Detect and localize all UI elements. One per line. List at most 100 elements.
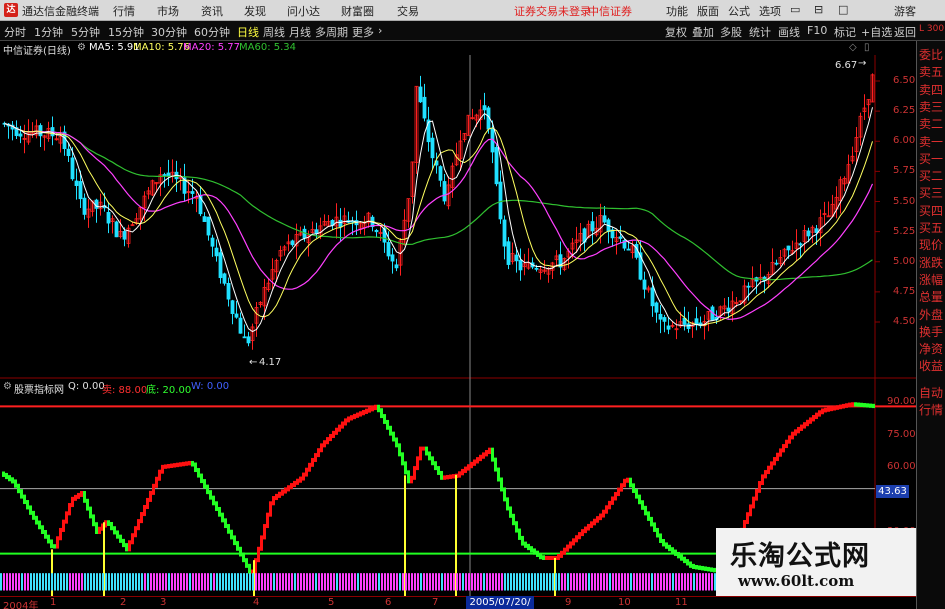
strip-bar: [147, 573, 149, 591]
strip-bar: [267, 573, 269, 591]
maximize-icon[interactable]: □: [838, 3, 848, 16]
strip-bar: [357, 573, 359, 591]
panel-tab[interactable]: 自动: [919, 385, 945, 401]
guest-label[interactable]: 游客: [894, 3, 916, 19]
menu-news[interactable]: 资讯: [201, 3, 223, 19]
strip-bar: [408, 573, 410, 591]
tool-f10[interactable]: F10: [807, 24, 827, 37]
period-tab[interactable]: 1分钟: [34, 24, 63, 40]
menu-market[interactable]: 市场: [157, 3, 179, 19]
quote-field-label[interactable]: 收益: [919, 358, 945, 374]
strip-bar: [543, 573, 545, 591]
strip-bar: [513, 573, 515, 591]
tool-back[interactable]: 返回: [894, 24, 916, 40]
period-tab-active[interactable]: 日线: [237, 24, 259, 40]
settings-icon[interactable]: ⚙: [77, 42, 86, 53]
quote-field-label[interactable]: 买三: [919, 185, 945, 201]
tool-add-watchlist[interactable]: +自选: [861, 24, 892, 40]
quote-field-label[interactable]: 涨跌: [919, 255, 945, 271]
strip-bar: [384, 573, 386, 591]
quote-field-label[interactable]: 卖三: [919, 99, 945, 115]
period-more[interactable]: 更多: [352, 24, 374, 40]
menu-trade[interactable]: 交易: [397, 3, 419, 19]
candle-body: [502, 219, 507, 247]
strip-bar: [42, 573, 44, 591]
oscillator-bar: [530, 546, 533, 553]
oscillator-bar: [296, 478, 299, 485]
oscillator-bar: [689, 561, 692, 568]
quote-field-label[interactable]: 委比: [919, 47, 945, 63]
tool-stats[interactable]: 统计: [749, 24, 771, 40]
menu-wealth-circle[interactable]: 财富圈: [341, 3, 374, 19]
login-notice[interactable]: 证券交易未登录: [514, 3, 591, 19]
oscillator-bar: [386, 419, 389, 430]
strip-bar: [570, 573, 572, 591]
oscillator-bar: [341, 421, 344, 429]
oscillator-bar: [551, 556, 554, 560]
oscillator-bar: [515, 521, 518, 533]
period-tab[interactable]: 多周期: [315, 24, 348, 40]
quote-field-label[interactable]: 卖二: [919, 116, 945, 132]
tool-draw[interactable]: 画线: [778, 24, 800, 40]
tool-overlay[interactable]: 叠加: [692, 24, 714, 40]
period-tab[interactable]: 5分钟: [71, 24, 100, 40]
period-tab[interactable]: 60分钟: [194, 24, 230, 40]
quote-field-label[interactable]: 涨幅: [919, 272, 945, 288]
diamond-icon[interactable]: ◇: [849, 42, 857, 53]
strip-bar: [315, 573, 317, 591]
tool-adjust[interactable]: 复权: [665, 24, 687, 40]
strip-bar: [0, 573, 2, 591]
period-tab[interactable]: 30分钟: [151, 24, 187, 40]
candle-body: [418, 86, 423, 103]
oscillator-bar: [518, 528, 521, 540]
settings-icon[interactable]: ⚙: [3, 381, 12, 392]
window-icon[interactable]: ⊟: [814, 3, 823, 16]
oscillator-bar: [188, 460, 191, 466]
quote-field-label[interactable]: 换手: [919, 324, 945, 340]
menu-discover[interactable]: 发现: [244, 3, 266, 19]
quote-field-label[interactable]: 买二: [919, 168, 945, 184]
quote-field-label[interactable]: 卖四: [919, 82, 945, 98]
tool-mark[interactable]: 标记: [834, 24, 856, 40]
menu-formula[interactable]: 公式: [728, 3, 750, 19]
strip-bar: [141, 573, 143, 591]
period-tab[interactable]: 分时: [4, 24, 26, 40]
main-chart[interactable]: [0, 55, 916, 596]
quote-field-label[interactable]: 总量: [919, 289, 945, 305]
quote-field-label[interactable]: 买一: [919, 151, 945, 167]
oscillator-bar: [566, 544, 569, 552]
period-tab[interactable]: 15分钟: [108, 24, 144, 40]
candle-body: [214, 247, 219, 257]
quote-field-label[interactable]: 现价: [919, 237, 945, 253]
oscillator-bar: [584, 526, 587, 534]
quote-field-label[interactable]: 净资: [919, 341, 945, 357]
menu-layout[interactable]: 版面: [697, 3, 719, 19]
quote-field-label[interactable]: 卖一: [919, 134, 945, 150]
menu-options[interactable]: 选项: [759, 3, 781, 19]
strip-bar: [552, 573, 554, 591]
oscillator-bar: [617, 487, 620, 497]
menu-functions[interactable]: 功能: [666, 3, 688, 19]
oscillator-bar: [293, 480, 296, 488]
tool-multi-stock[interactable]: 多股: [720, 24, 742, 40]
candle-body: [618, 236, 623, 239]
indicator-buy: 底: 20.00: [146, 385, 192, 396]
period-tab[interactable]: 月线: [289, 24, 311, 40]
panel-tab[interactable]: 行情: [919, 402, 945, 418]
strip-bar: [414, 573, 416, 591]
strip-bar: [480, 573, 482, 591]
quote-field-label[interactable]: 买五: [919, 220, 945, 236]
chevron-right-icon[interactable]: ›: [378, 24, 382, 37]
strip-bar: [534, 573, 536, 591]
period-tab[interactable]: 周线: [263, 24, 285, 40]
minimize-icon[interactable]: ▭: [790, 3, 800, 16]
quote-field-label[interactable]: 卖五: [919, 64, 945, 80]
strip-bar: [132, 573, 134, 591]
panel-icon[interactable]: ▯: [864, 42, 870, 53]
menu-ask-xiaoda[interactable]: 问小达: [287, 3, 320, 19]
quote-field-label[interactable]: 外盘: [919, 307, 945, 323]
oscillator-bar: [170, 463, 173, 468]
arrow-right-icon: →: [858, 58, 867, 69]
menu-quotes[interactable]: 行情: [113, 3, 135, 19]
quote-field-label[interactable]: 买四: [919, 203, 945, 219]
